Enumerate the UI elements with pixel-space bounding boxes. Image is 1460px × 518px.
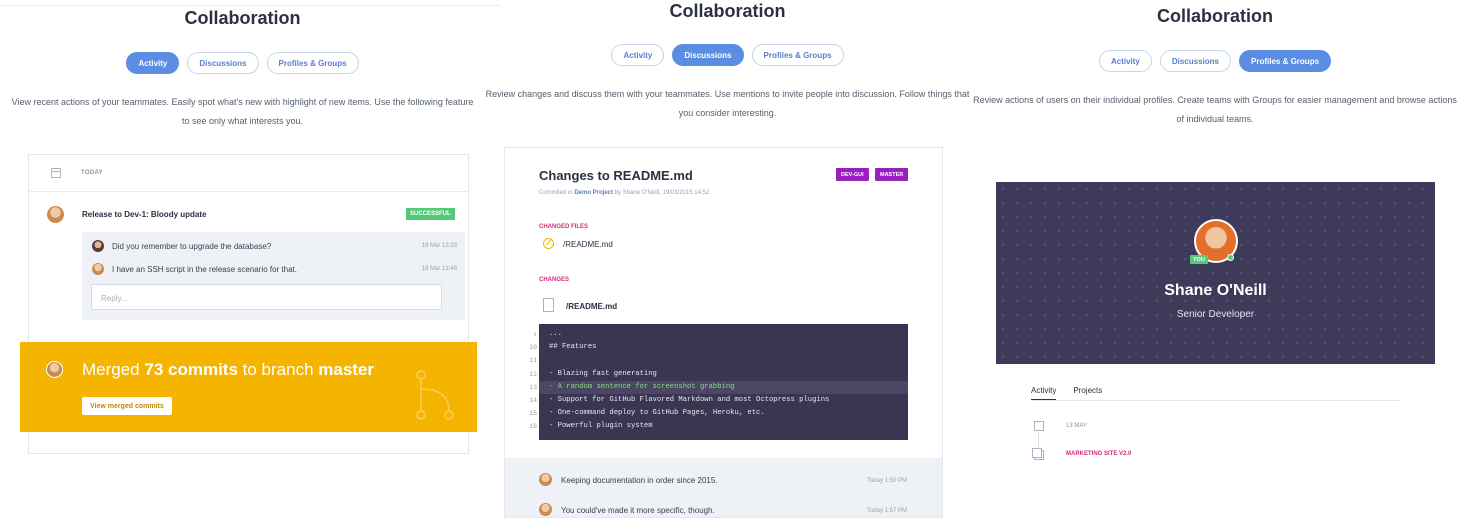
diff-file-name[interactable]: /README.md: [566, 302, 617, 311]
section-description: Review actions of users on their individ…: [973, 95, 1457, 124]
tab-bar: Activity Discussions Profiles & Groups: [970, 50, 1460, 72]
avatar[interactable]: [539, 503, 552, 516]
branch-icon: [416, 370, 454, 420]
avatar[interactable]: [92, 240, 104, 252]
code-line: - Support for GitHub Flavored Markdown a…: [549, 395, 830, 404]
changes-label: CHANGES: [539, 277, 570, 283]
code-line: - One-command deploy to GitHub Pages, He…: [549, 409, 765, 418]
commit-info: Commited in Demo Project by Shane O'Neil…: [539, 190, 710, 196]
event-title[interactable]: Release to Dev-1: Bloody update: [82, 210, 206, 219]
tab-discussions[interactable]: Discussions: [187, 52, 259, 74]
tab-discussions[interactable]: Discussions: [672, 44, 744, 66]
code-line: ...: [549, 330, 562, 338]
page-title: Collaboration: [1157, 6, 1273, 26]
expand-icon[interactable]: ⇕: [517, 328, 537, 341]
profiles-panel: Collaboration Activity Discussions Profi…: [970, 0, 1460, 518]
discussion-title: Changes to README.md: [539, 168, 693, 183]
avatar[interactable]: [47, 206, 64, 223]
tag-badge[interactable]: DEV-GUI: [836, 168, 869, 181]
line-number: 12: [529, 370, 537, 378]
line-number: 13: [529, 383, 537, 391]
tab-profiles-groups[interactable]: Profiles & Groups: [751, 44, 844, 66]
comment-text: Did you remember to upgrade the database…: [112, 242, 272, 251]
tab-activity[interactable]: Activity: [126, 52, 180, 74]
comment-time: 19 Mar 13:33: [421, 243, 457, 249]
merge-message: Merged 73 commits to branch master: [82, 360, 375, 379]
code-line-highlighted: - A random sentence for screenshot grabb…: [539, 380, 908, 394]
avatar[interactable]: [46, 361, 63, 378]
line-number: 14: [529, 396, 537, 404]
changed-files-label: CHANGED FILES: [539, 224, 589, 230]
calendar-icon: [51, 168, 61, 178]
project-link[interactable]: Demo Project: [574, 190, 613, 196]
tab-bar: Activity Discussions Profiles & Groups: [0, 52, 485, 74]
merge-banner: Merged 73 commits to branch master View …: [20, 342, 477, 432]
discussion-card: Changes to README.md Commited in Demo Pr…: [504, 147, 943, 518]
profile-header: YOU Shane O'Neill Senior Developer: [996, 182, 1435, 364]
comment-time: 19 Mar 13:45: [421, 266, 457, 272]
calendar-icon: [1034, 421, 1044, 431]
changed-file-link[interactable]: /README.md: [563, 240, 613, 249]
edit-icon: [543, 238, 554, 249]
view-merged-commits-button[interactable]: View merged commits: [82, 397, 172, 415]
line-number: 15: [529, 410, 537, 418]
comment-time: Today 1:50 PM: [866, 478, 907, 484]
page-title: Collaboration: [669, 1, 786, 21]
day-label: TODAY: [81, 170, 103, 176]
profile-tab-projects[interactable]: Projects: [1073, 386, 1102, 400]
divider: [1031, 400, 1401, 401]
code-diff: ... ## Features - Blazing fast generatin…: [539, 324, 908, 440]
section-description: View recent actions of your teammates. E…: [11, 97, 474, 126]
comment-thread: Did you remember to upgrade the database…: [82, 232, 465, 320]
profile-tabs: Activity Projects: [1031, 386, 1102, 400]
comment-time: Today 1:57 PM: [866, 508, 907, 514]
copy-icon: [1032, 448, 1044, 460]
activity-panel: Collaboration Activity Discussions Profi…: [0, 0, 485, 518]
discussions-panel: Collaboration Activity Discussions Profi…: [485, 0, 970, 518]
tab-profiles-groups[interactable]: Profiles & Groups: [266, 52, 359, 74]
profile-name: Shane O'Neill: [1164, 282, 1267, 299]
file-icon: [543, 298, 554, 312]
tab-bar: Activity Discussions Profiles & Groups: [485, 44, 970, 66]
page-title: Collaboration: [184, 8, 301, 28]
tab-activity[interactable]: Activity: [1098, 50, 1152, 72]
tab-activity[interactable]: Activity: [611, 44, 665, 66]
comment-text: I have an SSH script in the release scen…: [112, 265, 297, 274]
line-number: 11: [529, 357, 537, 365]
line-numbers: ⇕ 10 11 12 13 14 15 16: [517, 328, 537, 434]
activity-date: 13 MAY: [1066, 423, 1087, 429]
comment-text: Keeping documentation in order since 201…: [561, 476, 718, 485]
activity-item-link[interactable]: MARKETING SITE V2.0: [1066, 451, 1131, 457]
day-header: TODAY: [29, 155, 468, 192]
discussion-comments: Keeping documentation in order since 201…: [505, 458, 942, 517]
code-line: - Powerful plugin system: [549, 422, 653, 431]
profile-role: Senior Developer: [1176, 309, 1255, 320]
profile-tab-activity[interactable]: Activity: [1031, 386, 1057, 400]
tag-badge[interactable]: MASTER: [875, 168, 909, 181]
code-line: - Blazing fast generating: [549, 369, 657, 378]
avatar[interactable]: [92, 263, 104, 275]
code-line: ## Features: [549, 343, 597, 352]
you-badge: YOU: [1190, 255, 1208, 264]
background-pattern: [996, 182, 1435, 364]
line-number: 16: [529, 423, 537, 431]
reply-input[interactable]: Reply...: [91, 284, 442, 310]
comment-text: You could've made it more specific, thou…: [561, 506, 715, 515]
tab-profiles-groups[interactable]: Profiles & Groups: [1239, 50, 1332, 72]
timeline-line: [1038, 433, 1039, 449]
tab-discussions[interactable]: Discussions: [1159, 50, 1232, 72]
line-number: 10: [529, 344, 537, 352]
status-badge: SUCCESSFUL: [406, 208, 455, 220]
avatar[interactable]: [539, 473, 552, 486]
section-description: Review changes and discuss them with you…: [485, 89, 970, 118]
online-status-icon: [1227, 254, 1234, 261]
